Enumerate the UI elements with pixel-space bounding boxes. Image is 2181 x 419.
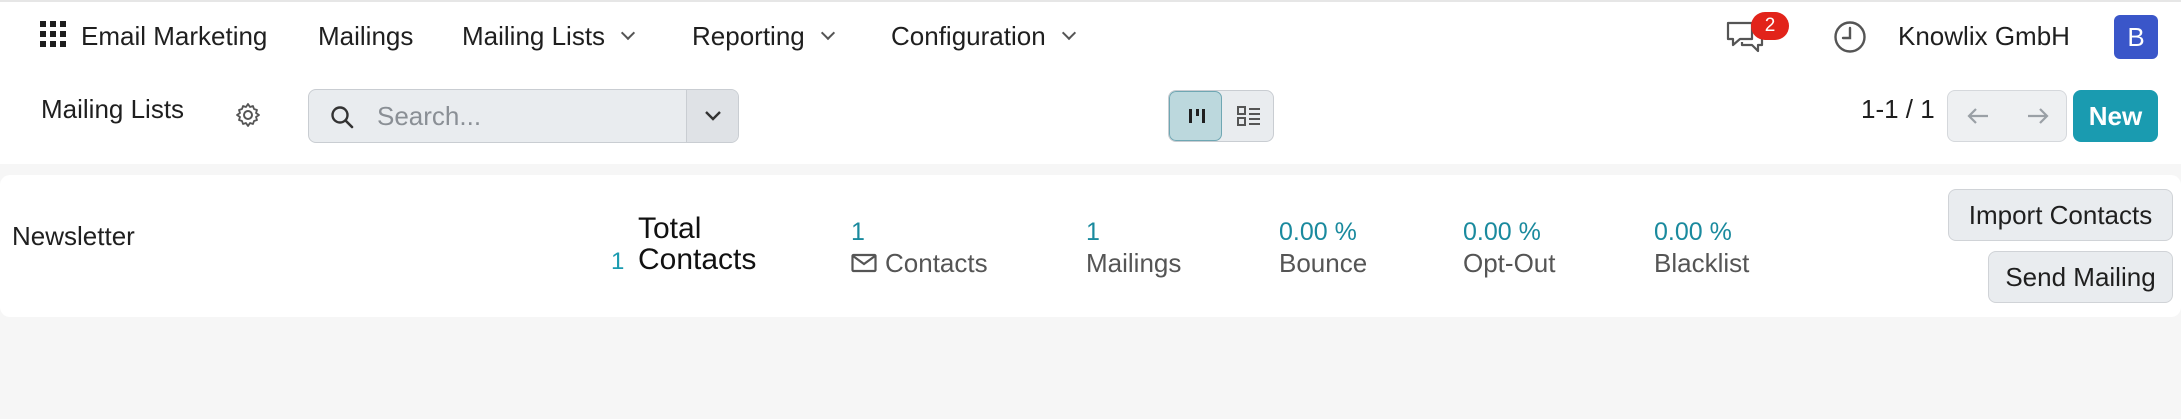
- pager-buttons: [1947, 90, 2067, 142]
- stat-opt-out-label: Opt-Out: [1463, 248, 1556, 278]
- new-button[interactable]: New: [2073, 90, 2158, 142]
- search-icon: [331, 106, 354, 129]
- view-switcher: [1168, 90, 1274, 142]
- menu-mailings-label: Mailings: [318, 20, 414, 51]
- stat-bounce[interactable]: 0.00 % Bounce: [1279, 217, 1367, 279]
- breadcrumb: Mailing Lists: [41, 94, 185, 124]
- pager-next-button[interactable]: [2008, 91, 2068, 141]
- total-contacts-label-line1: Total: [638, 212, 702, 245]
- menu-reporting-label: Reporting: [692, 20, 805, 51]
- menu-configuration-label: Configuration: [891, 20, 1046, 51]
- search-options-toggle[interactable]: [686, 90, 738, 142]
- menu-mailing-lists[interactable]: Mailing Lists: [462, 2, 636, 70]
- company-switcher[interactable]: Knowlix GmbH: [1898, 2, 2070, 70]
- total-contacts-count[interactable]: 1: [611, 248, 624, 276]
- stat-bounce-label: Bounce: [1279, 248, 1368, 278]
- stat-contacts-label: Contacts: [885, 248, 988, 278]
- stat-contacts-value: 1: [851, 218, 865, 246]
- import-contacts-button[interactable]: Import Contacts: [1948, 189, 2173, 241]
- chevron-down-icon: [1061, 25, 1076, 41]
- pager-value[interactable]: 1-1 / 1: [1861, 94, 1935, 125]
- kanban-view-button[interactable]: [1169, 91, 1222, 141]
- activity-clock-icon[interactable]: [1833, 20, 1867, 54]
- send-mailing-button[interactable]: Send Mailing: [1988, 251, 2173, 303]
- app-title[interactable]: Email Marketing: [81, 2, 267, 70]
- top-navbar: Email Marketing Mailings Mailing Lists R…: [0, 0, 2181, 68]
- stat-mailings[interactable]: 1 Mailings: [1086, 217, 1181, 279]
- pager-previous-button[interactable]: [1948, 91, 2008, 141]
- mailing-list-card[interactable]: Newsletter 1 Total Contacts 1 Contacts 1…: [0, 175, 2181, 317]
- menu-mailing-lists-label: Mailing Lists: [462, 20, 606, 51]
- search-input[interactable]: [377, 90, 677, 142]
- mailing-list-name: Newsletter: [12, 221, 135, 251]
- chevron-down-icon: [820, 25, 835, 41]
- list-view-button[interactable]: [1222, 91, 1273, 141]
- stat-mailings-label: Mailings: [1086, 248, 1182, 278]
- stat-blacklist-label: Blacklist: [1654, 248, 1750, 278]
- list-view-icon: [1236, 106, 1260, 126]
- gear-icon[interactable]: [234, 101, 262, 129]
- chevron-down-icon: [620, 25, 636, 41]
- menu-mailings[interactable]: Mailings: [318, 2, 413, 70]
- apps-menu-icon[interactable]: [40, 21, 66, 47]
- kanban-icon: [1188, 109, 1205, 123]
- search-bar: [308, 89, 739, 143]
- stat-blacklist-value: 0.00 %: [1654, 218, 1732, 246]
- total-contacts-label-line2: Contacts: [638, 243, 757, 276]
- control-panel: Mailing Lists Search... 1-1 / 1 New: [0, 68, 2181, 164]
- messages-badge: 2: [1751, 12, 1789, 40]
- envelope-icon: [851, 253, 877, 273]
- stat-blacklist[interactable]: 0.00 % Blacklist: [1654, 217, 1749, 279]
- arrow-right-icon: [2028, 108, 2049, 124]
- arrow-left-icon: [1967, 108, 1988, 124]
- stat-bounce-value: 0.00 %: [1279, 218, 1357, 246]
- menu-configuration[interactable]: Configuration: [891, 2, 1076, 70]
- menu-reporting[interactable]: Reporting: [692, 2, 835, 70]
- total-contacts-label: Total Contacts: [638, 213, 756, 275]
- chevron-down-icon: [704, 111, 721, 121]
- user-avatar[interactable]: B: [2114, 15, 2158, 59]
- stat-mailings-value: 1: [1086, 218, 1100, 246]
- stat-opt-out[interactable]: 0.00 % Opt-Out: [1463, 217, 1555, 279]
- stat-opt-out-value: 0.00 %: [1463, 218, 1541, 246]
- stat-contacts[interactable]: 1 Contacts: [851, 217, 988, 279]
